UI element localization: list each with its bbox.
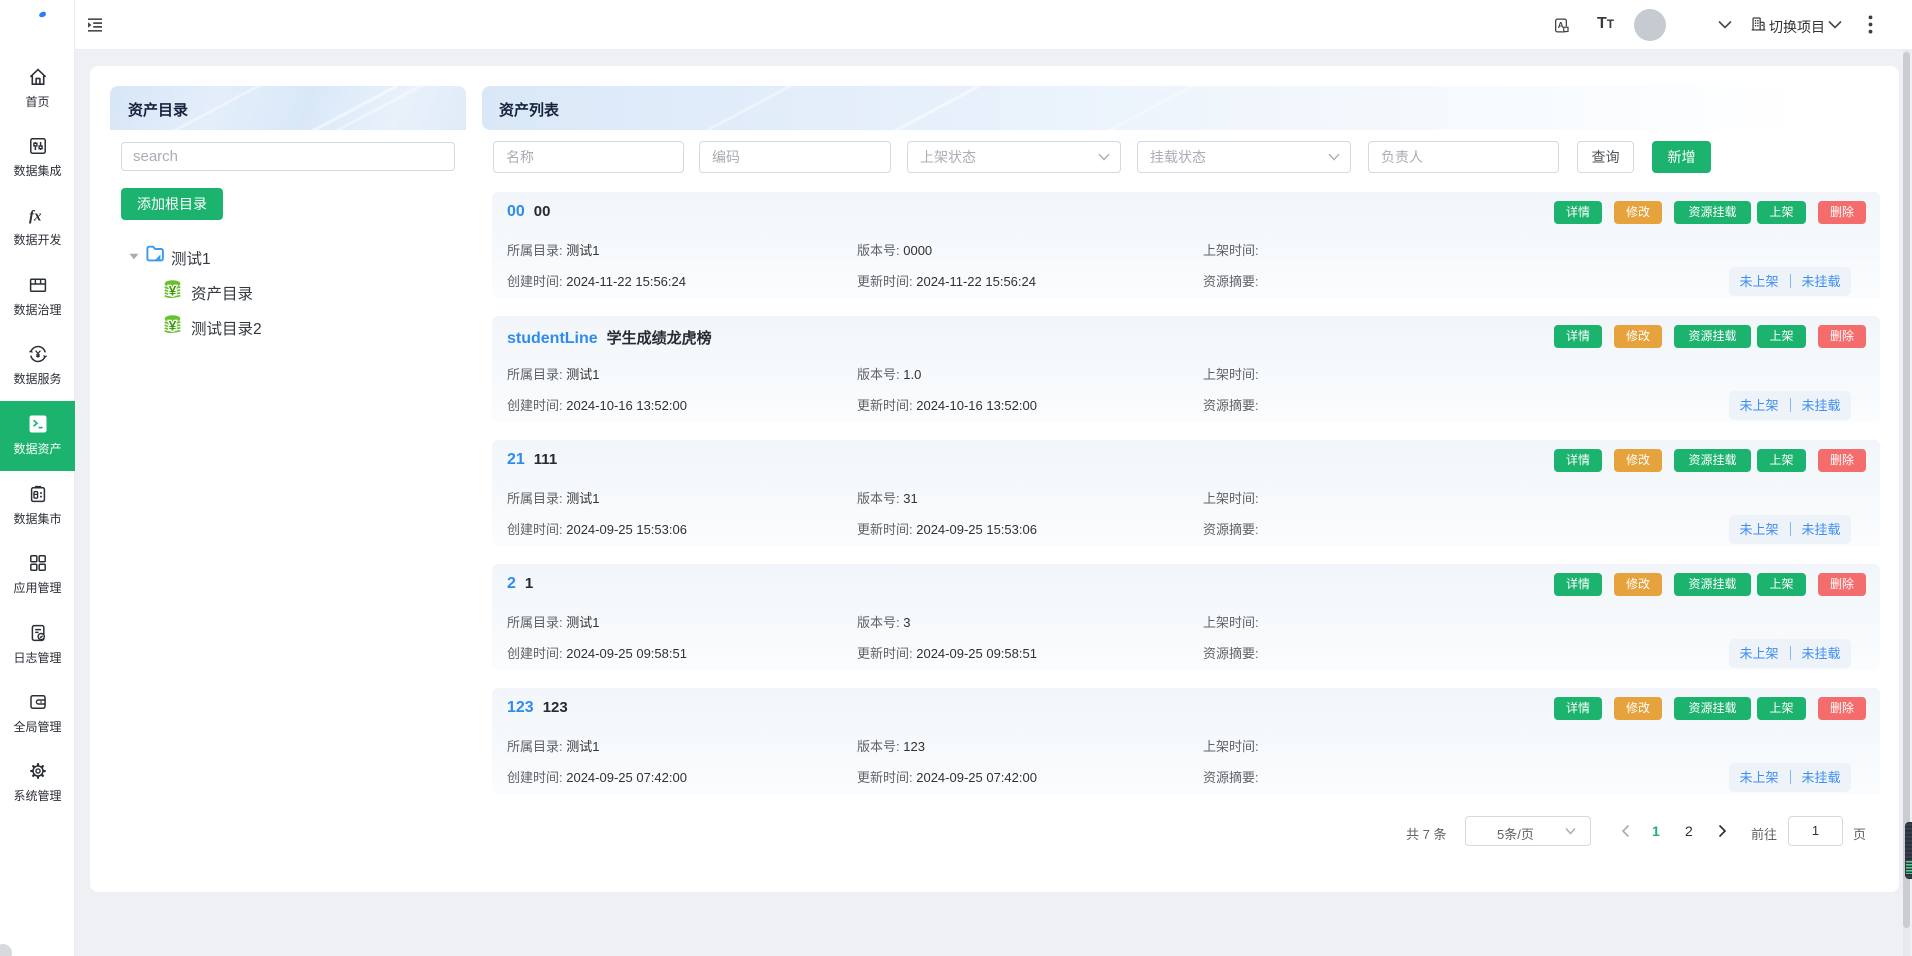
svg-text:¥: ¥ bbox=[169, 284, 177, 299]
svg-text:¥: ¥ bbox=[169, 319, 177, 334]
svg-text:fx: fx bbox=[29, 209, 42, 225]
